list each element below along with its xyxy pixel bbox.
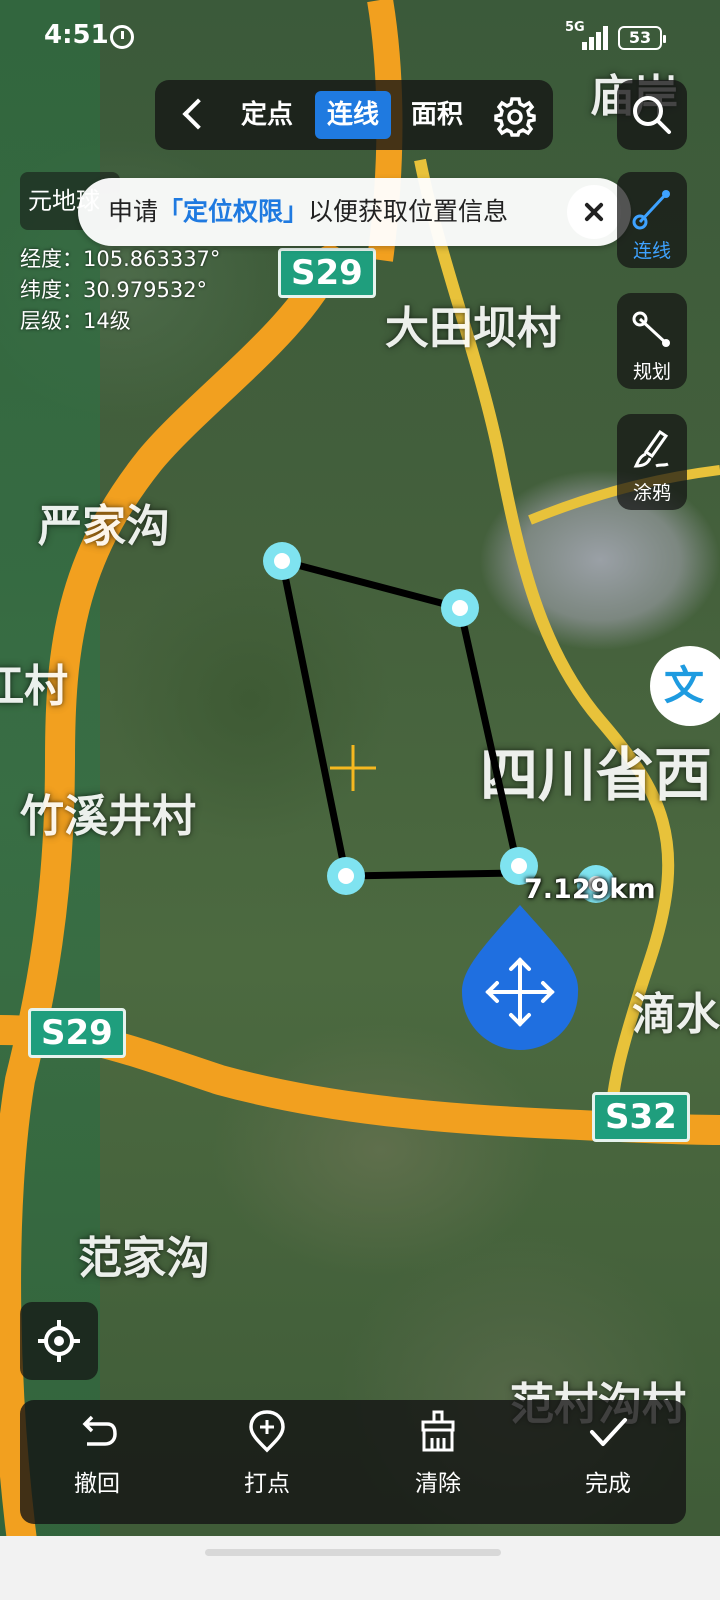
action-label: 完成 [585,1471,631,1497]
signal-icon [580,26,610,50]
route-icon [632,311,670,347]
coordinate-readout: 经度：105.863337° 纬度：30.979532° 层级：14级 [20,244,220,337]
undo-icon [82,1415,117,1446]
add-point-icon [249,1410,285,1453]
tool-doodle[interactable]: 涂鸦 [617,414,687,510]
tab-area[interactable]: 面积 [399,91,475,139]
drag-handle-icon [462,905,579,1050]
brush-icon [633,429,669,468]
longitude-text: 经度：105.863337° [20,247,221,271]
locate-button[interactable] [20,1302,98,1380]
toast-suffix: 以便获取位置信息 [308,197,509,226]
locate-icon [38,1320,80,1362]
clear-button[interactable]: 清除 [363,1400,513,1524]
done-button[interactable]: 完成 [533,1400,683,1524]
settings-button[interactable] [493,94,537,138]
toast-message: 申请「定位权限」以便获取位置信息 [108,178,508,246]
crosshair-icon [330,745,376,791]
check-icon [590,1418,627,1446]
close-icon[interactable] [567,185,621,239]
zoom-level-text: 层级：14级 [20,309,131,333]
tab-point[interactable]: 定点 [229,91,305,139]
mode-toolbar: 定点 连线 面积 [155,80,553,150]
action-label: 打点 [244,1471,290,1497]
permission-toast[interactable]: 申请「定位权限」以便获取位置信息 [78,178,631,246]
vertex-marker [441,589,479,627]
toast-permission-link[interactable]: 「定位权限」 [158,197,308,226]
tool-label: 连线 [632,240,671,262]
status-bar: 4:51 5G 53 [0,0,720,76]
search-icon [633,96,671,134]
action-label: 清除 [415,1471,461,1497]
status-time: 4:51 [44,20,109,50]
tool-label: 涂鸦 [632,482,671,504]
bottom-action-bar: 撤回 打点 清除 完成 [20,1400,686,1524]
translate-button[interactable]: 文 [650,646,720,726]
gear-icon [494,97,536,137]
latitude-text: 纬度：30.979532° [20,278,208,302]
tool-label: 规划 [632,361,671,383]
tool-polyline[interactable]: 连线 [617,172,687,268]
home-indicator[interactable] [205,1549,501,1556]
action-label: 撤回 [74,1471,120,1497]
broom-icon [421,1410,455,1452]
polyline-icon [632,190,670,230]
add-point-button[interactable]: 打点 [192,1400,342,1524]
back-button[interactable] [173,95,213,135]
distance-label: 7.129km [524,874,656,905]
tab-line[interactable]: 连线 [315,91,392,139]
clock-icon [110,25,134,49]
search-button[interactable] [617,80,687,150]
toast-prefix: 申请 [108,197,159,226]
undo-button[interactable]: 撤回 [22,1400,172,1524]
tool-route[interactable]: 规划 [617,293,687,389]
vertex-marker [263,542,301,580]
measurement-line [278,557,523,880]
vertex-marker [327,857,365,895]
battery-icon: 53 [618,26,666,50]
navigation-bar [0,1536,720,1600]
